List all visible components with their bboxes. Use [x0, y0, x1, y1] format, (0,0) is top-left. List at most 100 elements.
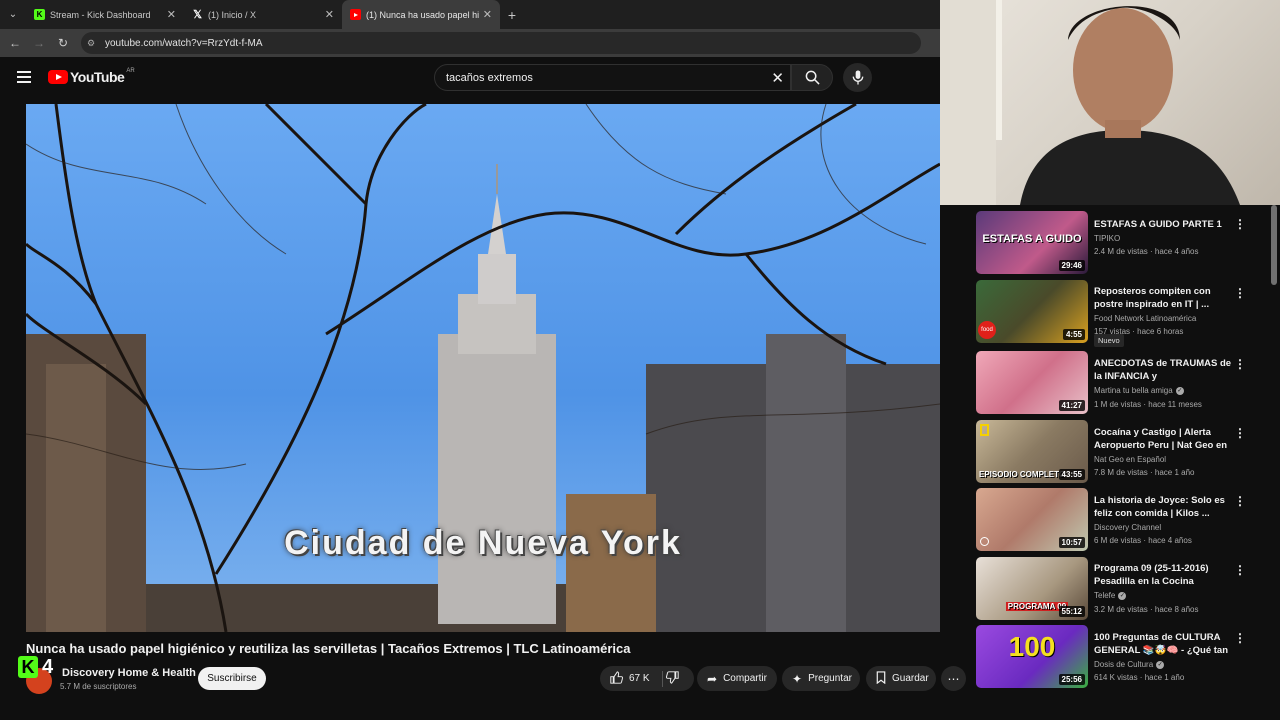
more-options-icon[interactable]: ⋮ — [1234, 631, 1246, 645]
thumbs-down-icon — [665, 670, 679, 687]
tab-youtube-video[interactable]: (1) Nunca ha usado papel higié ✕ — [342, 0, 500, 29]
video-duration: 55:12 — [1058, 606, 1085, 617]
back-arrow-icon[interactable]: ← — [3, 36, 27, 50]
video-thumbnail[interactable]: food 4:55 — [976, 280, 1088, 343]
video-thumbnail[interactable]: EPISODIO COMPLETO 43:55 — [976, 420, 1088, 483]
close-icon[interactable]: ✕ — [167, 8, 176, 21]
video-meta: 2.4 M de vistas · hace 4 años — [1094, 247, 1199, 256]
video-title[interactable]: Programa 09 (25-11-2016) Pesadilla en la… — [1094, 562, 1232, 588]
subscribe-button[interactable]: Suscribirse — [198, 667, 266, 690]
search-button[interactable] — [791, 64, 833, 91]
video-thumbnail[interactable]: 41:27 — [976, 351, 1088, 414]
more-options-icon[interactable]: ⋮ — [1234, 357, 1246, 371]
recommended-video[interactable]: 41:27 ANECDOTAS de TRAUMAS de la INFANCI… — [976, 351, 1266, 415]
address-bar: ← → ↻ ⚙ youtube.com/watch?v=RrzYdt-f-MA — [0, 29, 940, 57]
channel-name[interactable]: Nat Geo en Español — [1094, 455, 1166, 464]
webcam-overlay — [940, 0, 1280, 205]
search-value: tacaños extremos — [446, 71, 533, 84]
video-caption: Ciudad de Nueva York — [284, 524, 682, 562]
url-field[interactable]: ⚙ youtube.com/watch?v=RrzYdt-f-MA — [81, 32, 921, 54]
tab-x-home[interactable]: 𝕏 (1) Inicio / X ✕ — [184, 0, 342, 29]
verified-icon: ✓ — [1118, 591, 1127, 600]
subscriber-count: 5.7 M de suscriptores — [60, 682, 137, 691]
video-title[interactable]: ESTAFAS A GUIDO PARTE 1 — [1094, 218, 1232, 231]
video-thumbnail[interactable]: 10:57 — [976, 488, 1088, 551]
recommended-video[interactable]: 100 25:56 100 Preguntas de CULTURA GENER… — [976, 625, 1266, 689]
more-options-icon[interactable]: ⋮ — [1234, 563, 1246, 577]
more-options-icon[interactable]: ⋮ — [1234, 494, 1246, 508]
channel-name[interactable]: Discovery Channel — [1094, 523, 1161, 532]
microphone-icon — [852, 70, 863, 85]
channel-name[interactable]: Food Network Latinoamérica — [1094, 314, 1196, 323]
close-icon[interactable]: ✕ — [325, 8, 334, 21]
video-title[interactable]: La historia de Joyce: Solo es feliz con … — [1094, 494, 1232, 520]
tab-search-icon[interactable]: ⌄ — [0, 0, 26, 29]
food-network-logo: food — [978, 321, 996, 339]
discovery-logo — [980, 537, 989, 546]
voice-search-button[interactable] — [843, 63, 872, 92]
ask-button[interactable]: ✦ Preguntar — [782, 666, 860, 691]
share-icon: ➦ — [707, 671, 718, 686]
kick-viewer-badge: K 4 — [18, 655, 62, 679]
video-meta: 3.2 M de vistas · hace 8 años — [1094, 605, 1199, 614]
video-meta: 7.8 M de vistas · hace 1 año — [1094, 468, 1195, 477]
nat-geo-logo — [980, 424, 989, 436]
menu-icon[interactable] — [17, 71, 31, 86]
video-meta: 1 M de vistas · hace 11 meses — [1094, 400, 1202, 409]
video-title[interactable]: ANECDOTAS de TRAUMAS de la INFANCIA y AD… — [1094, 357, 1232, 383]
video-thumbnail[interactable]: PROGRAMA 09 55:12 — [976, 557, 1088, 620]
save-button[interactable]: Guardar — [866, 666, 936, 691]
recommended-video[interactable]: 10:57 La historia de Joyce: Solo es feli… — [976, 488, 1266, 552]
close-icon[interactable]: ✕ — [483, 8, 492, 21]
verified-icon: ✓ — [1156, 660, 1165, 669]
more-actions-icon[interactable]: ⋯ — [941, 666, 966, 691]
logo-text: YouTube — [70, 69, 125, 85]
tab-title: (1) Inicio / X — [208, 9, 257, 20]
recommended-video[interactable]: ESTAFAS A GUIDO 29:46 ESTAFAS A GUIDO PA… — [976, 211, 1266, 275]
site-info-icon[interactable]: ⚙ — [87, 38, 101, 49]
kick-viewer-count: 4 — [42, 655, 54, 678]
more-options-icon[interactable]: ⋮ — [1234, 426, 1246, 440]
bookmark-icon — [876, 670, 886, 687]
video-player[interactable]: Ciudad de Nueva York — [26, 104, 940, 632]
channel-name[interactable]: Telefe ✓ — [1094, 591, 1127, 600]
channel-name[interactable]: Martina tu bella amiga ✓ — [1094, 386, 1184, 395]
kick-icon: K — [34, 9, 45, 20]
youtube-header: YouTube AR tacaños extremos ✕ — [0, 57, 940, 103]
recommended-video[interactable]: EPISODIO COMPLETO 43:55 Cocaína y Castig… — [976, 420, 1266, 484]
search-input[interactable]: tacaños extremos ✕ — [434, 64, 791, 91]
reload-icon[interactable]: ↻ — [51, 36, 75, 50]
recommended-video[interactable]: PROGRAMA 09 55:12 Programa 09 (25-11-201… — [976, 557, 1266, 621]
video-title[interactable]: 100 Preguntas de CULTURA GENERAL 📚🤯🧠 - ¿… — [1094, 631, 1232, 657]
clear-search-icon[interactable]: ✕ — [771, 69, 784, 87]
country-code: AR — [126, 68, 135, 74]
share-button[interactable]: ➦ Compartir — [697, 666, 777, 691]
video-duration: 25:56 — [1058, 674, 1085, 685]
url-text: youtube.com/watch?v=RrzYdt-f-MA — [105, 37, 263, 49]
video-title[interactable]: Reposteros compiten con postre inspirado… — [1094, 285, 1232, 311]
channel-name[interactable]: Discovery Home & Health — [62, 667, 196, 679]
save-label: Guardar — [892, 673, 929, 684]
channel-name[interactable]: TIPIKO — [1094, 234, 1120, 243]
forward-arrow-icon[interactable]: → — [27, 36, 51, 50]
youtube-logo[interactable]: YouTube AR — [48, 68, 135, 85]
youtube-play-icon — [48, 70, 68, 84]
thumbnail-text: 100 — [1008, 631, 1056, 662]
video-thumbnail[interactable]: 100 25:56 — [976, 625, 1088, 688]
new-tab-icon[interactable]: + — [500, 7, 524, 23]
video-meta: 614 K vistas · hace 1 año — [1094, 673, 1185, 682]
channel-name-text: Dosis de Cultura — [1094, 660, 1154, 669]
dislike-button[interactable] — [660, 666, 686, 691]
video-title[interactable]: Cocaína y Castigo | Alerta Aeropuerto Pe… — [1094, 426, 1232, 452]
video-duration: 10:57 — [1058, 537, 1085, 548]
channel-name[interactable]: Dosis de Cultura ✓ — [1094, 660, 1165, 669]
video-thumbnail[interactable]: ESTAFAS A GUIDO 29:46 — [976, 211, 1088, 274]
tab-kick-dashboard[interactable]: K Stream - Kick Dashboard ✕ — [26, 0, 184, 29]
x-icon: 𝕏 — [193, 9, 202, 21]
more-options-icon[interactable]: ⋮ — [1234, 217, 1246, 231]
thumbnail-text: ESTAFAS A GUIDO — [982, 233, 1082, 245]
tab-title: Stream - Kick Dashboard — [50, 9, 151, 20]
thumbs-up-icon — [610, 670, 624, 687]
sidebar-scrollbar[interactable] — [1271, 205, 1277, 285]
more-options-icon[interactable]: ⋮ — [1234, 286, 1246, 300]
